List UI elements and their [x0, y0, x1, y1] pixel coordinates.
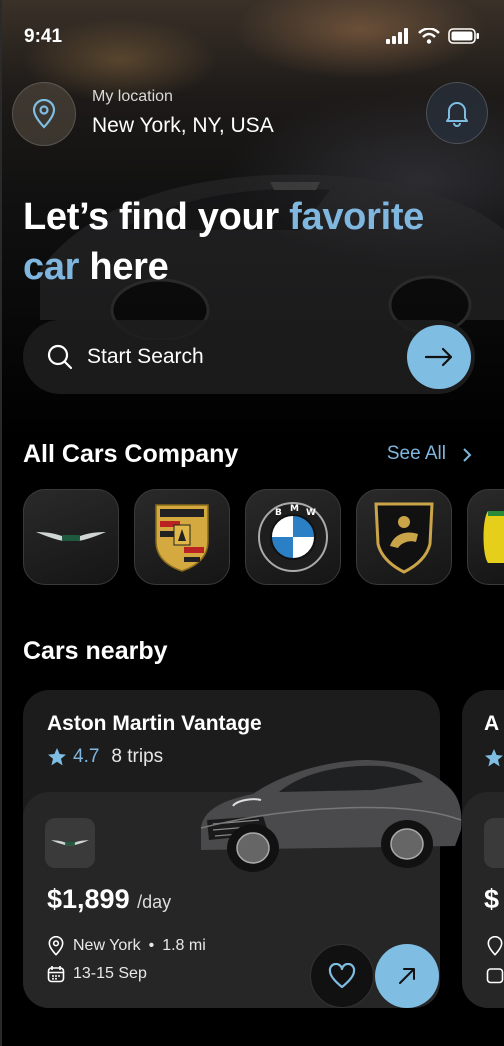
heart-icon [328, 963, 356, 989]
brand-porsche[interactable] [134, 489, 230, 585]
headline-accent-favorite: favorite [289, 196, 425, 238]
calendar-icon [47, 966, 65, 983]
headline-part1: Let’s find your [23, 196, 290, 238]
trips-count: 8 trips [111, 746, 164, 767]
brand-bmw[interactable]: B M W [245, 489, 341, 585]
search-icon [47, 344, 73, 370]
car-location: New York • 1.8 mi [47, 936, 206, 956]
date-range: 13-15 Sep [73, 965, 147, 982]
open-car-button[interactable] [375, 944, 439, 1008]
bell-icon [446, 102, 468, 127]
car-brand-badge [45, 818, 95, 868]
search-input[interactable]: Start Search [87, 345, 204, 369]
price-value: $1,899 [47, 884, 130, 914]
map-pin-icon [487, 936, 503, 956]
aston-martin-logo [36, 532, 106, 541]
svg-text:M: M [290, 504, 299, 514]
location-label: My location [92, 88, 173, 105]
search-bar[interactable]: Start Search [23, 320, 475, 394]
lamborghini-logo [374, 502, 434, 574]
next-card-initial: A [484, 712, 500, 735]
svg-text:B: B [275, 508, 282, 518]
frame-edge [0, 0, 2, 1046]
brand-lamborghini[interactable] [356, 489, 452, 585]
car-price: $1,899 /day [47, 884, 171, 915]
brand-ferrari[interactable] [467, 489, 504, 585]
arrow-right-icon [424, 347, 453, 367]
rating-value: 4.7 [73, 746, 100, 767]
location-button[interactable] [12, 82, 76, 146]
map-pin-icon [32, 99, 56, 129]
headline-part2: here [79, 246, 169, 288]
bmw-logo: B M W [258, 502, 328, 572]
next-card-details: $ [462, 792, 504, 1008]
wifi-icon [418, 28, 440, 44]
car-city: New York [73, 937, 141, 954]
car-card-next[interactable]: A $ [462, 690, 504, 1008]
chevron-right-icon[interactable] [462, 447, 472, 463]
notifications-button[interactable] [426, 82, 488, 144]
signal-icon [386, 28, 408, 44]
aston-martin-logo [51, 840, 89, 846]
companies-title: All Cars Company [23, 440, 239, 468]
meta-separator: • [148, 937, 155, 954]
see-all-link[interactable]: See All [387, 443, 446, 465]
car-name: Aston Martin Vantage [47, 712, 262, 735]
status-bar: 9:41 [0, 0, 504, 70]
nearby-title: Cars nearby [23, 637, 168, 665]
arrow-up-right-icon [399, 968, 415, 984]
calendar-icon [486, 968, 504, 984]
car-distance: 1.8 mi [162, 937, 206, 954]
battery-icon [448, 28, 479, 44]
status-time: 9:41 [24, 26, 63, 47]
favorite-button[interactable] [310, 944, 374, 1008]
search-submit-button[interactable] [407, 325, 471, 389]
ferrari-logo [483, 511, 504, 563]
status-icons [386, 28, 480, 44]
map-pin-icon [48, 936, 64, 956]
star-icon [485, 749, 503, 767]
svg-text:W: W [306, 508, 316, 518]
location-value[interactable]: New York, NY, USA [92, 114, 274, 138]
porsche-logo [155, 504, 209, 572]
car-rating: 4.7 8 trips [47, 746, 163, 768]
price-unit: /day [137, 892, 172, 912]
headline-accent-car: car [23, 246, 80, 288]
car-card[interactable]: Aston Martin Vantage 4.7 8 trips $1,899 … [23, 690, 462, 1008]
star-icon [48, 748, 66, 766]
car-dates: 13-15 Sep [47, 965, 147, 983]
headline: Let’s find your favorite car here [23, 192, 483, 292]
car-image [200, 760, 462, 872]
next-card-badge [484, 818, 504, 868]
next-card-price: $ [484, 884, 500, 914]
brand-aston-martin[interactable] [23, 489, 119, 585]
